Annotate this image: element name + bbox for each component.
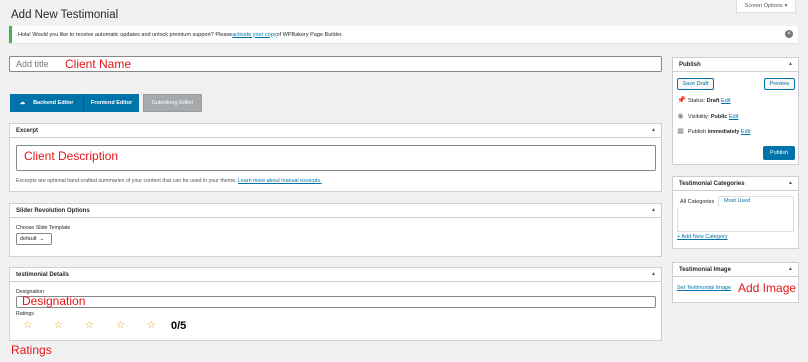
designation-input[interactable] (16, 296, 656, 308)
categories-title: Testimonial Categories (679, 180, 745, 187)
screen-options-button[interactable]: Screen Options ▾ (736, 0, 796, 13)
status-value: Draft (706, 97, 720, 104)
excerpt-title: Excerpt (16, 127, 39, 134)
notice-text-after: of WPBakery Page Builder. (276, 31, 343, 38)
slider-header[interactable]: Slider Revolution Options ▲ (10, 204, 661, 218)
edit-publish-date-link[interactable]: Edit (741, 129, 750, 135)
annotation-client-description: Client Description (24, 149, 119, 163)
update-notice: Hola! Would you like to receive automati… (9, 26, 798, 43)
excerpt-learn-more-link[interactable]: Learn more about manual excerpts. (238, 178, 322, 184)
collapse-toggle-icon[interactable]: ▲ (651, 127, 656, 133)
categories-header[interactable]: Testimonial Categories ▲ (673, 177, 798, 191)
annotation-client-name: Client Name (65, 57, 132, 71)
page-title: Add New Testimonial (11, 9, 119, 21)
notice-activate-link[interactable]: activate your copy (232, 32, 276, 38)
annotation-designation: Designation (22, 294, 86, 308)
screen-options-label: Screen Options (744, 3, 783, 9)
collapse-toggle-icon[interactable]: ▲ (651, 271, 656, 277)
publish-header[interactable]: Publish ▲ (673, 58, 798, 72)
backend-editor-button[interactable]: ☁ Backend Editor (10, 94, 83, 112)
excerpt-help-body: Excerpts are optional hand-crafted summa… (16, 178, 239, 184)
slider-title: Slider Revolution Options (16, 207, 90, 214)
star-icon[interactable]: ☆ (23, 320, 32, 331)
edit-status-link[interactable]: Edit (721, 98, 730, 104)
set-testimonial-image-link[interactable]: Set Testimonial Image (677, 285, 731, 291)
image-title: Testimonial Image (679, 266, 731, 273)
publish-date-row: ▦ Publish immediately Edit (677, 128, 750, 135)
details-header[interactable]: testimonial Details ▲ (10, 268, 661, 282)
excerpt-header[interactable]: Excerpt ▲ (10, 124, 661, 138)
star-icon[interactable]: ☆ (85, 320, 94, 331)
collapse-toggle-icon[interactable]: ▲ (788, 180, 793, 186)
star-icon[interactable]: ☆ (147, 320, 156, 331)
eye-icon: ◉ (677, 113, 684, 120)
chevron-down-icon: ▾ (784, 3, 788, 9)
annotation-add-image: Add Image (738, 281, 797, 295)
tab-most-used[interactable]: Most Used (724, 196, 750, 207)
details-title: testimonial Details (16, 271, 70, 278)
publish-value: immediately (707, 128, 740, 135)
image-header[interactable]: Testimonial Image ▲ (673, 263, 798, 277)
visibility-label: Visibility: (688, 113, 711, 120)
dismiss-notice-icon[interactable]: × (785, 30, 793, 38)
save-draft-button[interactable]: Save Draft (677, 78, 714, 90)
publish-title: Publish (679, 61, 701, 68)
collapse-toggle-icon[interactable]: ▲ (788, 266, 793, 272)
publish-button[interactable]: Publish (763, 146, 795, 160)
pin-icon: 📌 (677, 97, 686, 104)
notice-text-before: Hola! Would you like to receive automati… (18, 31, 233, 38)
visibility-row: ◉ Visibility: Public Edit (677, 113, 738, 120)
gutenberg-editor-button[interactable]: Gutenberg Editor (143, 94, 202, 112)
chevron-down-icon: ⌄ (39, 236, 45, 242)
status-label: Status: (688, 97, 707, 104)
visibility-value: Public (710, 113, 728, 120)
ratings-label: Ratings (16, 311, 34, 317)
excerpt-help-text: Excerpts are optional hand-crafted summa… (16, 178, 322, 184)
frontend-editor-button[interactable]: Frontend Editor (83, 94, 139, 112)
collapse-toggle-icon[interactable]: ▲ (651, 207, 656, 213)
choose-slide-template-label: Choose Slide Template (16, 225, 71, 231)
tab-all-categories[interactable]: All Categories (677, 196, 719, 207)
calendar-icon: ▦ (677, 128, 684, 135)
publish-label: Publish (688, 128, 708, 135)
slide-template-value: default (20, 236, 37, 242)
star-icon[interactable]: ☆ (116, 320, 125, 331)
rating-count: 0/5 (171, 320, 187, 332)
collapse-toggle-icon[interactable]: ▲ (788, 61, 793, 67)
backend-editor-label: Backend Editor (33, 100, 74, 106)
preview-button[interactable]: Preview (764, 78, 795, 90)
star-icon[interactable]: ☆ (54, 320, 63, 331)
slide-template-select[interactable]: default ⌄ (16, 233, 52, 245)
annotation-ratings: Ratings (11, 343, 52, 357)
edit-visibility-link[interactable]: Edit (729, 114, 738, 120)
slider-revolution-panel: Slider Revolution Options ▲ (9, 203, 662, 257)
status-row: 📌 Status: Draft Edit (677, 97, 731, 104)
add-new-category-link[interactable]: + Add New Category (677, 234, 728, 240)
wpbakery-logo-icon: ☁ (19, 100, 26, 106)
